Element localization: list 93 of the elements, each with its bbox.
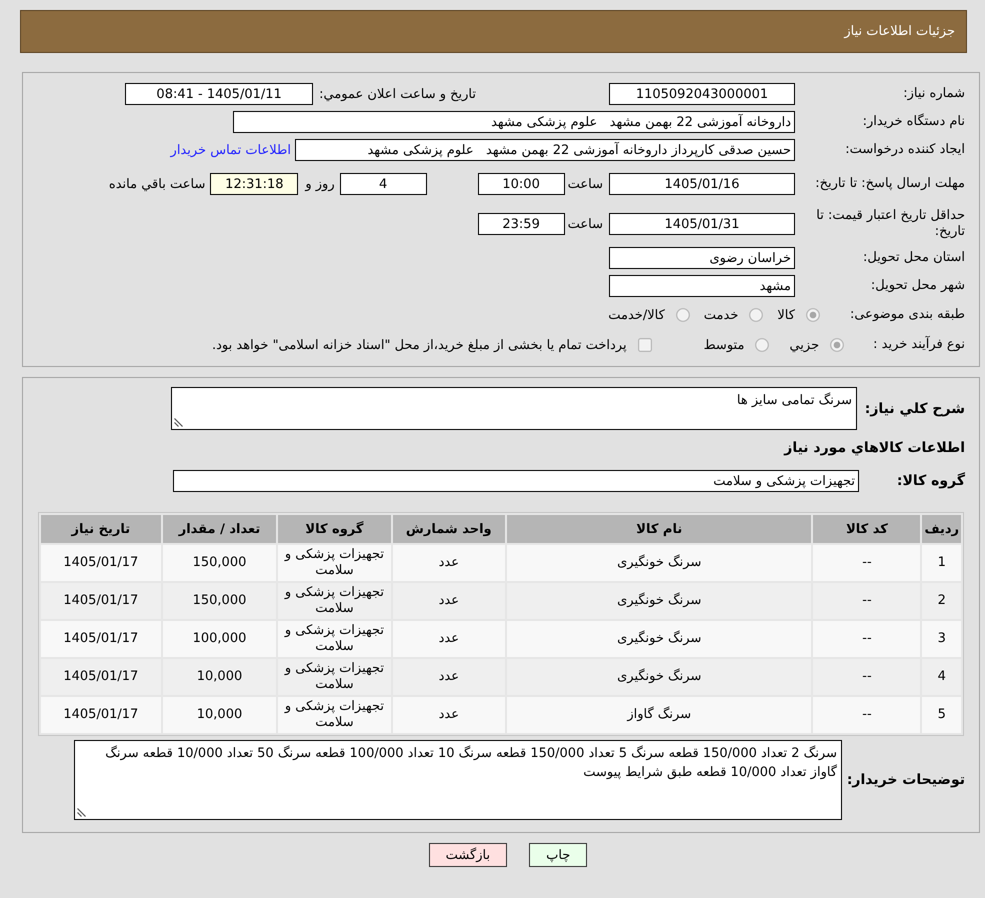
table-cell: 1405/01/17	[41, 583, 161, 619]
table-cell: عدد	[392, 697, 506, 733]
field-label: ایجاد کننده درخواست:	[844, 142, 965, 158]
province-field[interactable]: خراسان رضوی	[609, 247, 795, 269]
field-label: نام دستگاه خریدار:	[862, 114, 965, 130]
option-label: جزيي	[789, 338, 820, 352]
table-cell: 1	[922, 545, 961, 581]
table-cell: عدد	[392, 659, 506, 695]
table-cell: --	[813, 697, 920, 733]
table-cell: تجهیزات پزشکی و سلامت	[278, 583, 391, 619]
option-label: خدمت	[704, 308, 738, 322]
validity-date-field[interactable]: 1405/01/31	[609, 213, 795, 235]
table-cell: 100,000	[162, 621, 276, 657]
requester-field[interactable]: حسین صدقی کارپرداز داروخانه آموزشی 22 بهمن مشهد علوم پزشکی مشهد	[295, 139, 795, 161]
back-button[interactable]: بازگشت	[428, 843, 508, 867]
table-cell: سرنگ خونگیری	[507, 545, 812, 581]
table-cell: سرنگ خونگیری	[507, 621, 812, 657]
column-header: نام کالا	[507, 515, 812, 543]
table-cell: 3	[922, 621, 961, 657]
table-cell: سرنگ گاواز	[507, 697, 812, 733]
column-header: تعداد / مقدار	[162, 515, 276, 543]
table-cell: 2	[922, 583, 961, 619]
remaining-label: ساعت باقي مانده	[108, 176, 206, 192]
table-cell: عدد	[392, 621, 506, 657]
radio-button[interactable]	[749, 308, 764, 322]
table-cell: تجهیزات پزشکی و سلامت	[278, 621, 391, 657]
print-button[interactable]: چاپ	[529, 843, 588, 867]
field-label: استان محل تحویل:	[862, 250, 965, 266]
radio-button[interactable]	[755, 338, 770, 352]
table-cell: عدد	[392, 583, 506, 619]
field-label: نوع فرآیند خرید :	[873, 337, 965, 353]
buyer-contact-link[interactable]: اطلاعات تماس خریدار	[170, 142, 291, 158]
field-label: توضیحات خریدار:	[846, 772, 965, 788]
description-field[interactable]: سرنگ تمامی سایز ها	[171, 387, 857, 430]
table-cell: 1405/01/17	[41, 697, 161, 733]
field-label: شهر محل تحویل:	[870, 278, 965, 294]
need-number-field[interactable]: 1105092043000001	[609, 83, 795, 105]
field-label: حداقل تاریخ اعتبار قیمت: تا تاریخ:	[815, 208, 965, 240]
validity-time-field[interactable]: 23:59	[478, 213, 565, 235]
radio-button[interactable]	[830, 338, 844, 352]
table-cell: سرنگ خونگیری	[507, 583, 812, 619]
table-cell: تجهیزات پزشکی و سلامت	[278, 545, 391, 581]
column-header: کد کالا	[813, 515, 920, 543]
table-cell: سرنگ خونگیری	[507, 659, 812, 695]
deadline-date-field[interactable]: 1405/01/16	[609, 173, 795, 195]
field-label: شرح کلي نياز:	[864, 400, 965, 416]
table-cell: 10,000	[162, 697, 276, 733]
option-label: کالا	[777, 308, 795, 322]
time-label: ساعت	[568, 176, 603, 192]
radio-button[interactable]	[676, 308, 690, 322]
table-cell: 4	[922, 659, 961, 695]
field-label: شماره نیاز:	[902, 86, 965, 102]
radio-button[interactable]	[806, 308, 820, 322]
table-cell: --	[813, 659, 920, 695]
option-label: پرداخت تمام یا بخشی از مبلغ خرید،از محل "اسناد خزانه اسلامی" خواهد بود.	[212, 338, 627, 352]
column-header: گروه کالا	[278, 515, 391, 543]
time-label: ساعت	[568, 216, 603, 232]
buyer-org-field[interactable]: داروخانه آموزشی 22 بهمن مشهد علوم پزشکی مشهد	[233, 111, 795, 133]
option-label: کالا/خدمت	[608, 308, 665, 322]
checkbox[interactable]	[638, 338, 652, 352]
days-label: روز و	[305, 176, 335, 192]
remaining-time-field[interactable]: 12:31:18	[210, 173, 298, 195]
table-cell: 150,000	[162, 583, 276, 619]
resize-grip-icon	[77, 808, 86, 817]
days-field[interactable]: 4	[340, 173, 427, 195]
table-cell: --	[813, 583, 920, 619]
table-cell: 10,000	[162, 659, 276, 695]
table-cell: 150,000	[162, 545, 276, 581]
column-header: واحد شمارش	[392, 515, 506, 543]
section-heading: اطلاعات کالاهاي مورد نياز	[784, 440, 965, 456]
resize-grip-icon	[174, 418, 183, 427]
column-header: ردیف	[922, 515, 961, 543]
table-cell: 1405/01/17	[41, 621, 161, 657]
announcement-date-field[interactable]: 1405/01/11 - 08:41	[125, 83, 314, 105]
field-label: طبقه بندی موضوعی:	[850, 307, 965, 323]
deadline-time-field[interactable]: 10:00	[478, 173, 565, 195]
field-label: گروه کالا:	[896, 473, 965, 489]
option-label: متوسط	[704, 338, 744, 352]
table-cell: 5	[922, 697, 961, 733]
table-cell: عدد	[392, 545, 506, 581]
table-cell: 1405/01/17	[41, 659, 161, 695]
table-cell: --	[813, 621, 920, 657]
buyer-notes-field[interactable]: سرنگ 2 تعداد 150/000 قطعه سرنگ 5 تعداد 150/000 قطعه سرنگ 10 تعداد 100/000 قطعه سرنگ 50 تعداد 10/000 قطعه سرنگ گاواز تعداد 10/000 قطعه طبق شرایط پیوست	[74, 740, 842, 820]
table-cell: --	[813, 545, 920, 581]
table-cell: تجهیزات پزشکی و سلامت	[278, 659, 391, 695]
page-title: جزئیات اطلاعات نیاز	[844, 24, 955, 39]
table-cell: 1405/01/17	[41, 545, 161, 581]
city-field[interactable]: مشهد	[609, 275, 795, 297]
goods-group-field[interactable]: تجهیزات پزشکی و سلامت	[173, 470, 859, 492]
table-cell: تجهیزات پزشکی و سلامت	[278, 697, 391, 733]
field-label: مهلت ارسال پاسخ: تا تاریخ:	[814, 176, 965, 192]
column-header: تاریخ نیاز	[41, 515, 161, 543]
field-label: تاريخ و ساعت اعلان عمومي:	[319, 86, 476, 102]
